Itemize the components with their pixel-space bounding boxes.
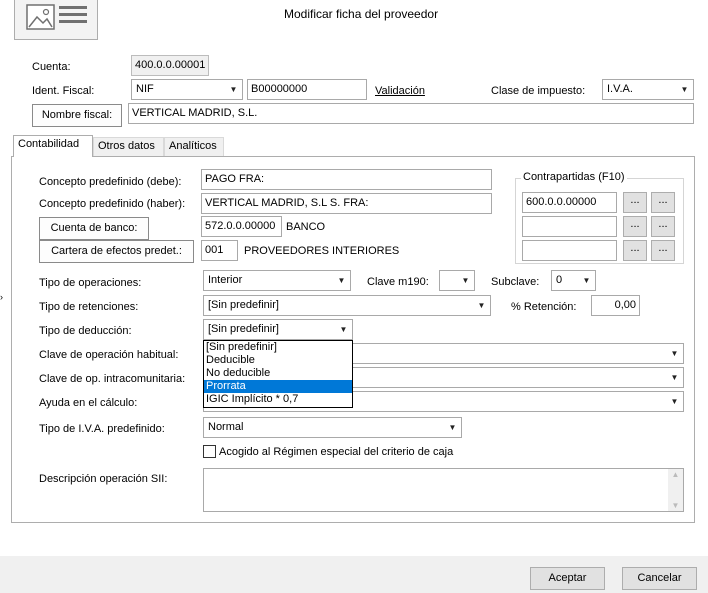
retencion-input[interactable]: 0,00 — [591, 295, 640, 316]
tab-otros-datos[interactable]: Otros datos — [93, 137, 164, 156]
chevron-down-icon: ▼ — [477, 301, 486, 310]
contrapartida-input[interactable] — [522, 240, 617, 261]
tipo-iva-value: Normal — [208, 421, 244, 433]
window-title: Modificar ficha del proveedor — [284, 7, 439, 21]
chevron-down-icon: ▼ — [582, 276, 591, 285]
cancelar-button[interactable]: Cancelar — [622, 567, 697, 590]
tipo-operaciones-value: Interior — [208, 274, 243, 286]
tipo-operaciones-label: Tipo de operaciones: — [39, 277, 142, 289]
ident-type-select[interactable]: NIF ▼ — [131, 79, 243, 100]
chevron-down-icon: ▼ — [670, 397, 679, 406]
chevron-down-icon: ▼ — [448, 423, 457, 432]
tipo-deduccion-dropdown: [Sin predefinir] Deducible No deducible … — [203, 340, 353, 408]
dropdown-option[interactable]: [Sin predefinir] — [204, 341, 352, 354]
descripcion-sii-label: Descripción operación SII: — [39, 473, 168, 485]
contrapartida-input[interactable]: 600.0.0.00000 — [522, 192, 617, 213]
tipo-retenciones-label: Tipo de retenciones: — [39, 301, 139, 313]
clase-impuesto-label: Clase de impuesto: — [491, 85, 586, 97]
ident-type-value: NIF — [136, 83, 154, 95]
tipo-deduccion-value: [Sin predefinir] — [208, 323, 279, 335]
cartera-name: PROVEEDORES INTERIORES — [244, 245, 400, 257]
criterio-caja-checkbox[interactable] — [203, 445, 216, 458]
contrapartidas-title: Contrapartidas (F10) — [521, 170, 627, 184]
clave-m190-label: Clave m190: — [367, 276, 429, 288]
subclave-select[interactable]: 0 ▼ — [551, 270, 596, 291]
contrapartida-browse-button[interactable]: ... — [651, 192, 675, 213]
expand-arrow-icon[interactable]: › — [0, 290, 3, 304]
clave-intra-label: Clave de op. intracomunitaria: — [39, 373, 186, 385]
nombre-fiscal-button[interactable]: Nombre fiscal: — [32, 104, 122, 127]
contrapartida-browse-button[interactable]: ... — [623, 192, 647, 213]
dropdown-option-selected[interactable]: Prorrata — [204, 380, 352, 393]
subclave-value: 0 — [556, 274, 563, 286]
contrapartida-browse-button[interactable]: ... — [623, 216, 647, 237]
cuenta-banco-button[interactable]: Cuenta de banco: — [39, 217, 149, 240]
chevron-down-icon: ▼ — [337, 276, 346, 285]
tipo-deduccion-select[interactable]: [Sin predefinir] ▼ — [203, 319, 353, 340]
scroll-down-icon[interactable]: ▼ — [668, 501, 683, 510]
chevron-down-icon: ▼ — [229, 85, 238, 94]
ident-fiscal-label: Ident. Fiscal: — [32, 85, 95, 97]
descripcion-sii-textarea[interactable]: ▲ ▼ — [203, 468, 684, 512]
cartera-input[interactable]: 001 — [201, 240, 238, 261]
tipo-retenciones-select[interactable]: [Sin predefinir] ▼ — [203, 295, 491, 316]
card-view-button[interactable] — [14, 0, 98, 40]
concepto-debe-label: Concepto predefinido (debe): — [39, 176, 182, 188]
chevron-down-icon: ▼ — [461, 276, 470, 285]
clave-m190-select[interactable]: ▼ — [439, 270, 475, 291]
clave-habitual-label: Clave de operación habitual: — [39, 349, 179, 361]
contrapartida-browse-button[interactable]: ... — [623, 240, 647, 261]
contrapartida-input[interactable] — [522, 216, 617, 237]
concepto-debe-input[interactable]: PAGO FRA: — [201, 169, 492, 190]
tab-analiticos[interactable]: Analíticos — [164, 137, 224, 156]
textarea-scrollbar[interactable]: ▲ ▼ — [668, 469, 683, 511]
nombre-fiscal-input[interactable]: VERTICAL MADRID, S.L. — [128, 103, 694, 124]
contrapartida-browse-button[interactable]: ... — [651, 240, 675, 261]
cartera-button[interactable]: Cartera de efectos predet.: — [39, 240, 194, 263]
scroll-up-icon[interactable]: ▲ — [668, 470, 683, 479]
chevron-down-icon: ▼ — [339, 325, 348, 334]
retencion-label: % Retención: — [511, 301, 577, 313]
contrapartida-browse-button[interactable]: ... — [651, 216, 675, 237]
tipo-operaciones-select[interactable]: Interior ▼ — [203, 270, 351, 291]
validacion-link[interactable]: Validación — [375, 84, 425, 98]
cuenta-field: 400.0.0.00001 — [131, 55, 209, 76]
cuenta-label: Cuenta: — [32, 61, 71, 73]
tipo-iva-select[interactable]: Normal ▼ — [203, 417, 462, 438]
chevron-down-icon: ▼ — [680, 85, 689, 94]
tipo-retenciones-value: [Sin predefinir] — [208, 299, 279, 311]
criterio-caja-label: Acogido al Régimen especial del criterio… — [219, 446, 454, 458]
cuenta-banco-name: BANCO — [286, 221, 326, 233]
tipo-iva-label: Tipo de I.V.A. predefinido: — [39, 423, 165, 435]
dropdown-option[interactable]: No deducible — [204, 367, 352, 380]
dropdown-option[interactable]: Deducible — [204, 354, 352, 367]
contact-card-icon — [26, 4, 87, 30]
chevron-down-icon: ▼ — [670, 349, 679, 358]
subclave-label: Subclave: — [491, 276, 540, 288]
cuenta-banco-input[interactable]: 572.0.0.00000 — [201, 216, 282, 237]
dropdown-option[interactable]: IGIC Implícito * 0,7 — [204, 393, 352, 406]
concepto-haber-label: Concepto predefinido (haber): — [39, 198, 186, 210]
clase-impuesto-select[interactable]: I.V.A. ▼ — [602, 79, 694, 100]
aceptar-button[interactable]: Aceptar — [530, 567, 605, 590]
ident-fiscal-input[interactable]: B00000000 — [247, 79, 367, 100]
concepto-haber-input[interactable]: VERTICAL MADRID, S.L S. FRA: — [201, 193, 492, 214]
tipo-deduccion-label: Tipo de deducción: — [39, 325, 132, 337]
clase-impuesto-value: I.V.A. — [607, 83, 633, 95]
chevron-down-icon: ▼ — [670, 373, 679, 382]
tab-contabilidad[interactable]: Contabilidad — [13, 135, 93, 157]
ayuda-calculo-label: Ayuda en el cálculo: — [39, 397, 138, 409]
